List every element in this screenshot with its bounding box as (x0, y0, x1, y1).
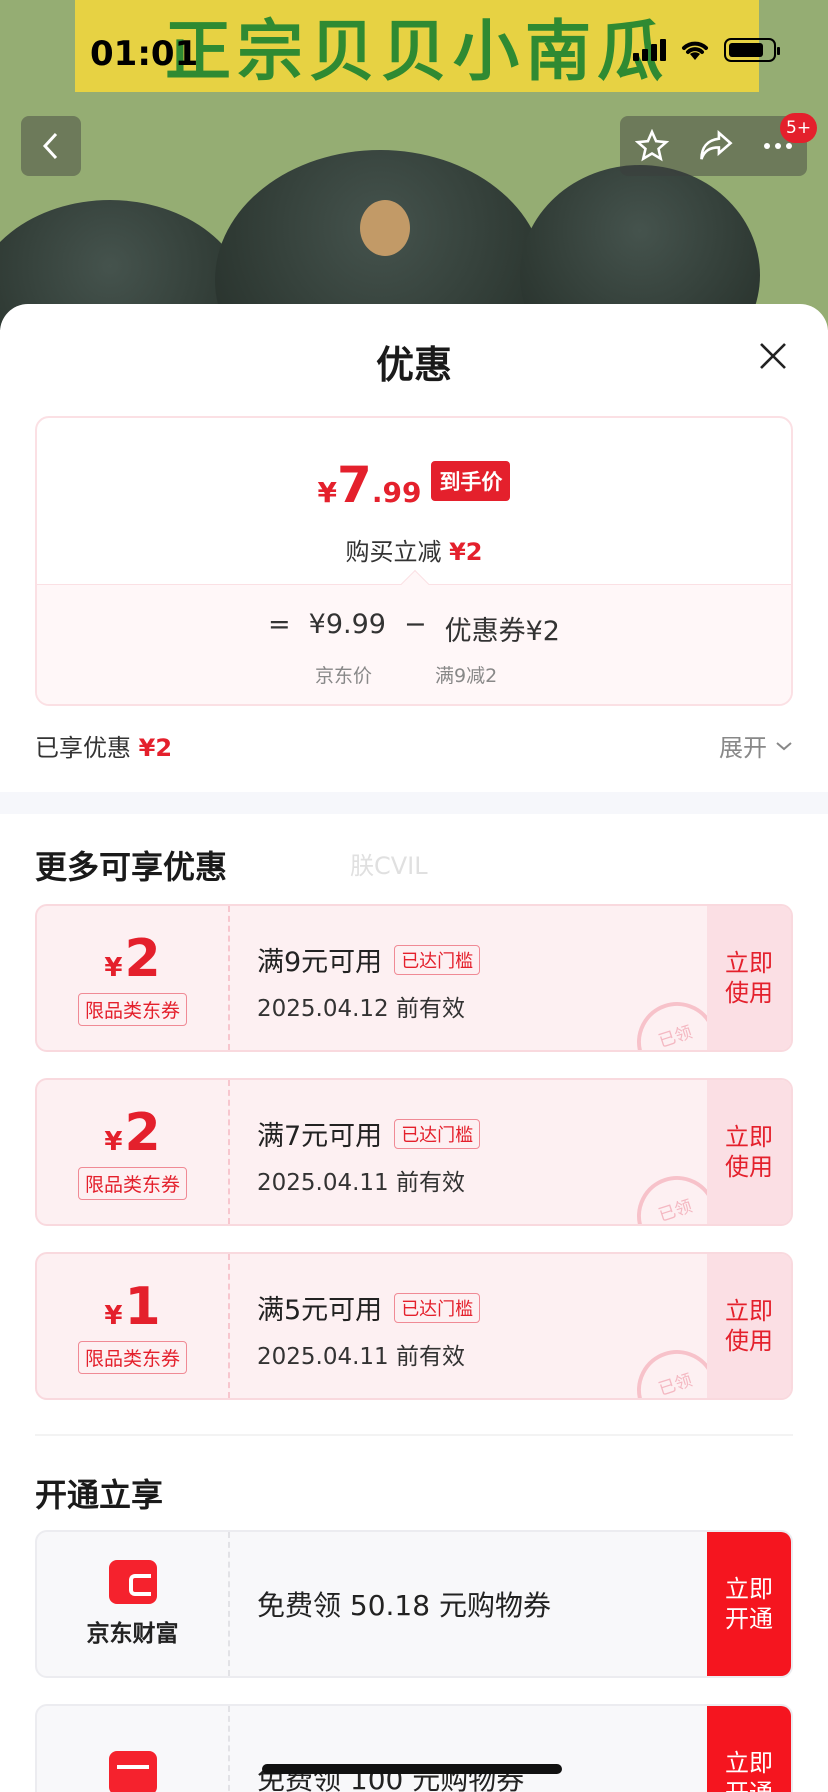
product-banner-text: 正宗贝贝小南瓜 (165, 13, 669, 90)
price-breakdown-card: ¥ 7 .99 到手价 购买立减 ¥2 = ¥9.99 − 优惠券¥2 京东价 … (35, 416, 793, 706)
chevron-left-icon (42, 132, 58, 160)
more-icon[interactable] (763, 142, 793, 150)
pumpkin-stem (360, 200, 410, 256)
signal-icon (633, 39, 666, 61)
divider (35, 1434, 793, 1436)
coupon-condition: 满9元可用 (257, 947, 383, 978)
use-now-button[interactable]: 立即使用 (707, 1254, 791, 1398)
share-icon[interactable] (698, 130, 734, 162)
status-icons (633, 38, 780, 62)
threshold-reached-tag: 已达门槛 (394, 1118, 481, 1149)
coupon-type: 限品类东券 (77, 992, 187, 1026)
enjoyed-discount-row: 已享优惠 ¥2 展开 (35, 728, 793, 763)
final-price: ¥ 7 .99 到手价 (37, 456, 791, 514)
coupon-type: 限品类东券 (77, 1166, 187, 1200)
expand-button[interactable]: 展开 (719, 728, 793, 763)
coupon-expiry: 2025.04.11 前有效 (257, 1344, 465, 1370)
threshold-reached-tag: 已达门槛 (394, 944, 481, 975)
header-actions (620, 116, 807, 176)
coupon-card: ¥ 1 限品类东券 满5元可用 已达门槛 2025.04.11 前有效 已领 立… (35, 1252, 793, 1400)
coupon-amount: ¥ 2 (104, 928, 161, 989)
service-card: 免费领 100 元购物券 立即开通 (35, 1704, 793, 1792)
message-badge: 5+ (780, 113, 818, 143)
star-icon[interactable] (634, 129, 669, 163)
wifi-icon (682, 41, 708, 60)
coupon-amount: ¥ 2 (104, 1102, 161, 1163)
coupon-condition: 满5元可用 (257, 1295, 383, 1326)
coupon-expiry: 2025.04.11 前有效 (257, 1170, 465, 1196)
wallet-icon (108, 1560, 157, 1604)
coupon-card: ¥ 2 限品类东券 满9元可用 已达门槛 2025.04.12 前有效 已领 立… (35, 904, 793, 1052)
coupon-card: ¥ 2 限品类东券 满7元可用 已达门槛 2025.04.11 前有效 已领 立… (35, 1078, 793, 1226)
jd-price: ¥9.99 (308, 609, 386, 640)
battery-icon (724, 38, 780, 62)
discount-sheet: 优惠 ¥ 7 .99 到手价 购买立减 ¥2 = ¥9.99 − 优惠券¥2 京… (0, 304, 828, 1792)
coupon-deduction: 优惠券¥2 (444, 616, 560, 647)
coupon-amount: ¥ 1 (104, 1276, 161, 1337)
status-time: 01:01 (90, 34, 199, 74)
sheet-title: 优惠 (375, 343, 452, 387)
service-card: 京东财富 免费领 50.18 元购物券 立即开通 (35, 1530, 793, 1678)
chevron-down-icon (776, 741, 792, 750)
coupon-condition: 满7元可用 (257, 1121, 383, 1152)
open-now-button[interactable]: 立即开通 (707, 1706, 791, 1792)
coupon-type: 限品类东券 (77, 1340, 187, 1374)
use-now-button[interactable]: 立即使用 (707, 906, 791, 1050)
section-divider (0, 792, 828, 814)
threshold-reached-tag: 已达门槛 (394, 1292, 481, 1323)
watermark: 朕CVIL (350, 852, 428, 880)
home-indicator (262, 1764, 562, 1774)
back-button[interactable] (21, 116, 81, 176)
instant-discount: 购买立减 ¥2 (345, 538, 483, 566)
open-now-button[interactable]: 立即开通 (707, 1532, 791, 1676)
card-icon (108, 1751, 157, 1792)
close-icon[interactable] (755, 338, 791, 374)
final-price-tag: 到手价 (431, 461, 511, 501)
more-discounts-title: 更多可享优惠 (35, 848, 228, 886)
jd-price-label: 京东价 (315, 665, 373, 687)
price-formula: = ¥9.99 − 优惠券¥2 京东价 满9减2 (37, 584, 791, 704)
coupon-expiry: 2025.04.12 前有效 (257, 996, 465, 1022)
coupon-condition-label: 满9减2 (435, 665, 498, 687)
use-now-button[interactable]: 立即使用 (707, 1080, 791, 1224)
open-benefits-title: 开通立享 (35, 1476, 164, 1514)
service-name: 京东财富 (86, 1621, 179, 1647)
service-offer: 免费领 50.18 元购物券 (257, 1589, 551, 1622)
